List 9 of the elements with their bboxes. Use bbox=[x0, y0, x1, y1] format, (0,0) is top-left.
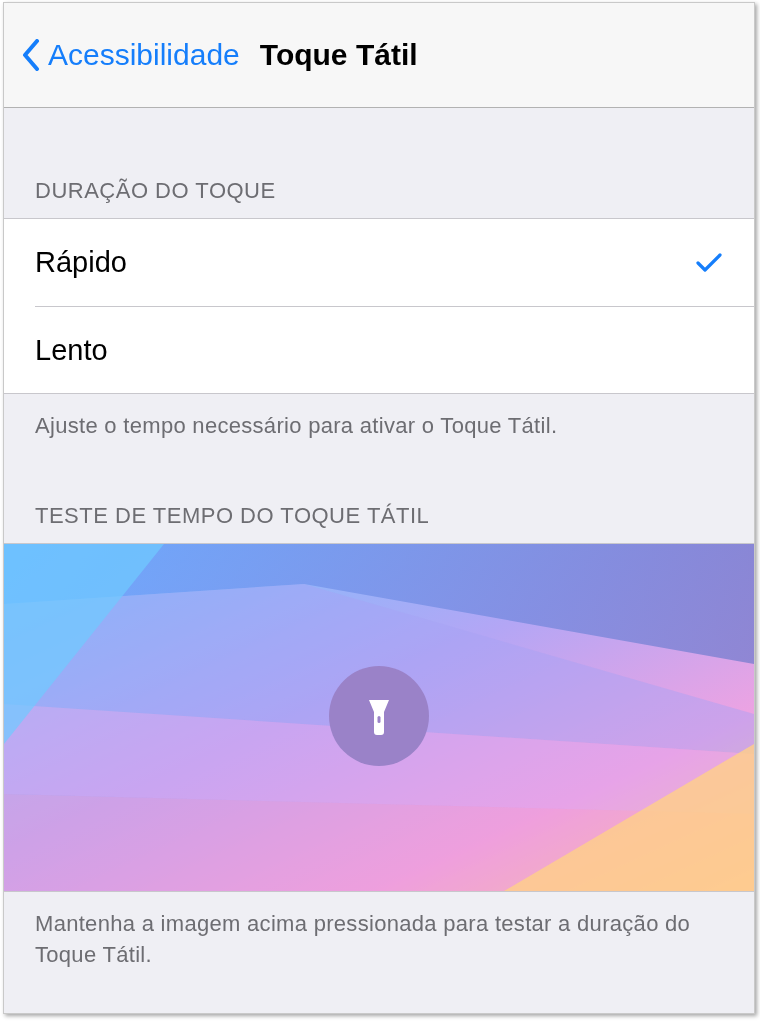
checkmark-icon bbox=[696, 252, 722, 273]
back-button[interactable]: Acessibilidade bbox=[22, 38, 240, 72]
section-footer: Mantenha a imagem acima pressionada para testar a duração do Toque Tátil. bbox=[4, 892, 754, 970]
screen-title: Toque Tátil bbox=[259, 38, 418, 72]
section-footer: Ajuste o tempo necessário para ativar o Toque Tátil. bbox=[4, 394, 754, 441]
chevron-left-icon bbox=[22, 39, 40, 71]
flashlight-button[interactable] bbox=[329, 666, 429, 766]
section-header: TESTE DE TEMPO DO TOQUE TÁTIL bbox=[34, 503, 431, 530]
section-header: DURAÇÃO DO TOQUE bbox=[34, 178, 277, 205]
